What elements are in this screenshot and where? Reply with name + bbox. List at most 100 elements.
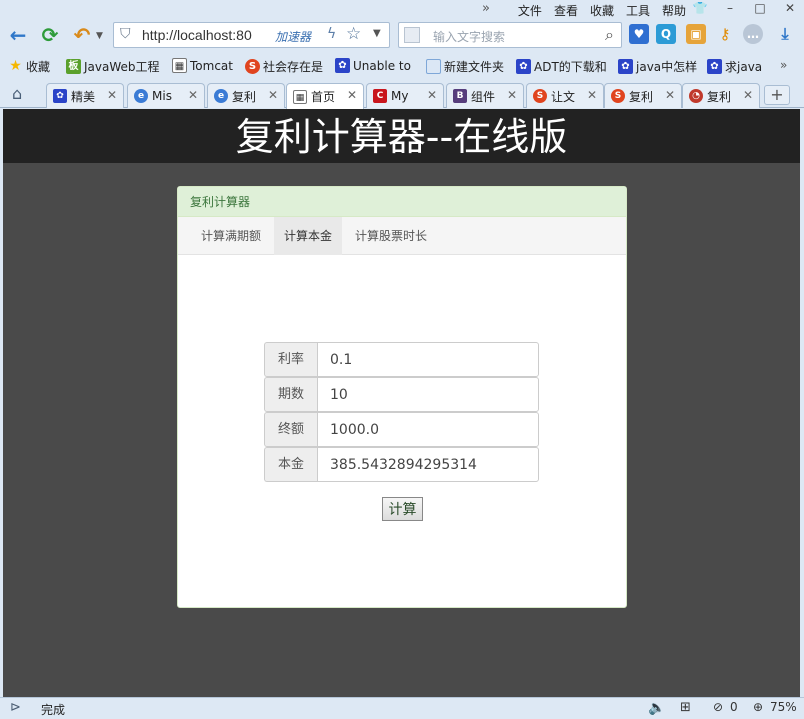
bookmark-new-folder[interactable]: 新建文件夹	[426, 58, 504, 75]
bookmark-label: ADT的下载和	[534, 60, 607, 74]
bookmark-java-how[interactable]: ✿ java中怎样	[618, 58, 697, 75]
maximize-button[interactable]: □	[752, 1, 768, 15]
close-icon[interactable]: ✕	[188, 88, 198, 102]
reader-extension-icon[interactable]: Q	[656, 24, 676, 44]
close-icon[interactable]: ✕	[743, 88, 753, 102]
tab-stock-duration[interactable]: 计算股票时长	[345, 217, 437, 255]
bookmark-favorites[interactable]: ★ 收藏	[8, 58, 50, 75]
volume-icon[interactable]: 🔈	[648, 700, 665, 716]
adblock-icon[interactable]: ⊘	[713, 700, 723, 714]
periods-input[interactable]	[317, 377, 539, 412]
bookmark-unable[interactable]: ✿ Unable to	[335, 58, 411, 73]
close-icon[interactable]: ✕	[587, 88, 597, 102]
browser-tab[interactable]: e Mis ✕	[127, 83, 205, 108]
undo-icon[interactable]: ↶	[70, 23, 94, 47]
bookmark-label: JavaWeb工程	[84, 60, 160, 74]
menu-view[interactable]: 查看	[554, 2, 578, 19]
browser-tab[interactable]: S 复利 ✕	[604, 83, 682, 108]
close-icon[interactable]: ✕	[507, 88, 517, 102]
rate-input[interactable]	[317, 342, 539, 377]
bookmark-adt[interactable]: ✿ ADT的下载和	[516, 58, 607, 75]
bookmark-label: 求java	[725, 60, 763, 74]
menu-favorites[interactable]: 收藏	[590, 2, 614, 19]
principal-input[interactable]	[317, 447, 539, 482]
baidu-paw-icon: ✿	[707, 59, 722, 74]
chevron-down-icon[interactable]: ▼	[373, 28, 381, 39]
browser-tab-active[interactable]: ▦ 首页 ✕	[286, 83, 364, 109]
close-button[interactable]: ✕	[782, 1, 798, 15]
close-icon[interactable]: ✕	[107, 88, 117, 102]
search-engine-icon[interactable]	[404, 27, 420, 43]
address-bar[interactable]: ⛉ http://localhost:80 加速器 ϟ ☆ ▼	[113, 22, 390, 48]
undo-dropdown-icon[interactable]: ▼	[96, 31, 103, 41]
accelerator-label[interactable]: 加速器	[275, 28, 311, 45]
bookmark-label: 社会存在是	[263, 60, 324, 74]
close-icon[interactable]: ✕	[268, 88, 278, 102]
browser-tab[interactable]: C My ✕	[366, 83, 444, 108]
zoom-icon[interactable]: ⊕	[753, 700, 763, 714]
download-icon[interactable]: ⤓	[775, 24, 795, 44]
menu-help[interactable]: 帮助	[662, 2, 686, 19]
network-icon[interactable]: ⊞	[680, 700, 691, 715]
browser-tab[interactable]: S 让文 ✕	[526, 83, 604, 108]
lightning-icon[interactable]: ϟ	[327, 26, 336, 42]
star-icon: ★	[9, 58, 22, 74]
baidu-paw-icon: ✿	[618, 59, 633, 74]
search-icon[interactable]: ⌕	[605, 25, 614, 45]
tab-label: 复利	[232, 89, 257, 104]
minimize-button[interactable]: –	[722, 1, 738, 15]
green-board-icon: 板	[66, 59, 81, 74]
ie-icon: e	[134, 89, 148, 103]
url-text[interactable]: http://localhost:80	[142, 27, 252, 43]
browser-tab[interactable]: ◔ 复利 ✕	[682, 83, 760, 108]
window-controls: 👕 – □ ✕	[692, 1, 798, 15]
menu-file[interactable]: 文件	[518, 2, 542, 19]
menu-bar: » 文件 查看 收藏 工具 帮助 👕 – □ ✕	[0, 0, 804, 20]
more-icon[interactable]: …	[743, 24, 763, 44]
home-icon[interactable]: ⌂	[12, 84, 22, 103]
page-viewport: 复利计算器--在线版 复利计算器 计算满期额 计算本金 计算股票时长 利率 期数…	[3, 109, 800, 697]
csdn-icon: C	[373, 89, 387, 103]
key-icon[interactable]: ⚷	[715, 24, 735, 44]
bookmark-seek-java[interactable]: ✿ 求java	[707, 58, 762, 75]
menu-tools[interactable]: 工具	[626, 2, 650, 19]
navigation-bar: ← ⟳ ↶ ▼ ⛉ http://localhost:80 加速器 ϟ ☆ ▼ …	[0, 20, 804, 52]
tab-principal[interactable]: 计算本金	[274, 217, 343, 255]
back-arrow-icon[interactable]: ←	[6, 23, 30, 47]
browser-tab[interactable]: ✿ 精美 ✕	[46, 83, 124, 108]
refresh-icon[interactable]: ⟳	[38, 23, 62, 47]
final-amount-label: 终额	[264, 412, 317, 447]
shield-extension-icon[interactable]: ♥	[629, 24, 649, 44]
window-extension-icon[interactable]: ▣	[686, 24, 706, 44]
bookmarks-more-chevron[interactable]: »	[780, 58, 787, 72]
bookmark-label: 新建文件夹	[444, 60, 505, 74]
bookmark-social[interactable]: S 社会存在是	[245, 58, 323, 75]
zoom-level[interactable]: 75%	[770, 700, 797, 714]
close-icon[interactable]: ✕	[665, 88, 675, 102]
search-input[interactable]: 输入文字搜索	[433, 28, 505, 45]
field-row-rate: 利率	[264, 342, 540, 377]
page-icon: ▦	[293, 89, 307, 104]
browser-tab[interactable]: B 组件 ✕	[446, 83, 524, 108]
new-tab-button[interactable]: +	[764, 85, 790, 105]
close-icon[interactable]: ✕	[347, 88, 357, 102]
favorite-star-icon[interactable]: ☆	[346, 24, 361, 44]
search-box[interactable]: 输入文字搜索 ⌕	[398, 22, 622, 48]
tab-label: 让文	[551, 89, 576, 104]
close-icon[interactable]: ✕	[427, 88, 437, 102]
final-amount-input[interactable]	[317, 412, 539, 447]
calculate-button[interactable]: 计算	[382, 497, 423, 521]
tab-bar: ⌂ ✿ 精美 ✕ e Mis ✕ e 复利 ✕ ▦ 首页 ✕ C My ✕ B …	[0, 80, 804, 109]
menu-more-chevron[interactable]: »	[482, 1, 490, 16]
bookmark-label: 收藏	[26, 60, 51, 74]
tab-maturity-amount[interactable]: 计算满期额	[191, 217, 271, 255]
rate-label: 利率	[264, 342, 317, 377]
field-row-principal: 本金	[264, 447, 540, 482]
skin-icon[interactable]: 👕	[692, 1, 708, 15]
bookmark-tomcat[interactable]: ▦ Tomcat	[172, 58, 233, 73]
ie-icon: e	[214, 89, 228, 103]
sidebar-toggle-icon[interactable]: ⊳	[10, 700, 21, 715]
sogou-icon: S	[245, 59, 260, 74]
bookmark-javaweb[interactable]: 板 JavaWeb工程	[66, 58, 160, 75]
browser-tab[interactable]: e 复利 ✕	[207, 83, 285, 108]
